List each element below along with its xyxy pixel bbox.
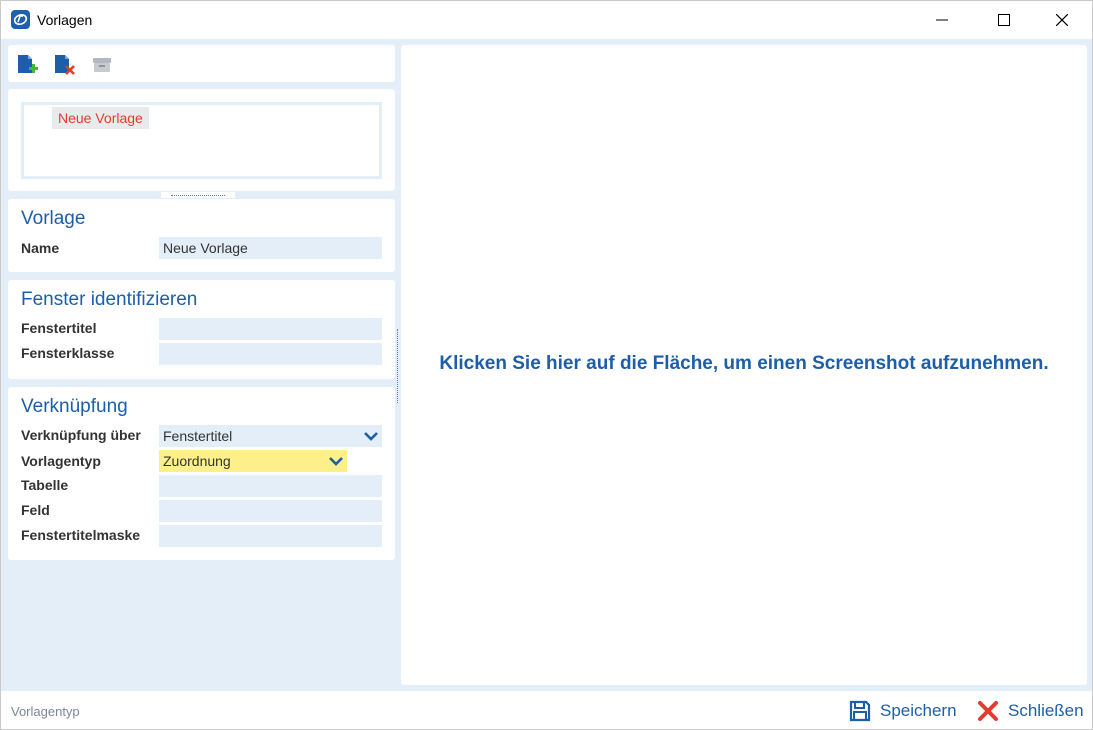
delete-template-button[interactable] (52, 53, 76, 77)
section-title-verknuepfung: Verknüpfung (21, 396, 128, 417)
fenster-section: Fenster identifizieren Fenstertitel Fens… (8, 280, 395, 379)
new-template-button[interactable] (15, 53, 39, 77)
status-text: Vorlagentyp (11, 704, 80, 719)
window-close-button[interactable] (1039, 1, 1085, 39)
title-bar: Vorlagen (1, 1, 1092, 39)
floppy-disk-icon (849, 700, 871, 722)
chevron-down-icon (329, 457, 343, 466)
close-icon (1056, 14, 1068, 26)
window-title: Vorlagen (37, 12, 93, 28)
fensterklasse-label: Fensterklasse (21, 345, 115, 361)
name-label: Name (21, 240, 60, 256)
name-field[interactable]: Neue Vorlage (159, 237, 382, 259)
fensterklasse-field[interactable] (159, 343, 382, 365)
screenshot-hint: Klicken Sie hier auf die Fläche, um eine… (439, 353, 1049, 374)
archive-icon (93, 58, 111, 72)
delete-document-icon (55, 55, 75, 75)
verknuepfung-ueber-select[interactable]: Fenstertitel (159, 425, 382, 447)
status-bar: Vorlagentyp Speichern Schließen (1, 691, 1092, 729)
close-label: Schließen (1008, 701, 1084, 720)
template-list-panel: Neue Vorlage (8, 89, 395, 191)
tabelle-label: Tabelle (21, 477, 69, 493)
fenstertitelmaske-field[interactable] (159, 525, 382, 547)
minimize-icon (936, 19, 948, 21)
vertical-splitter[interactable] (396, 329, 400, 403)
new-document-icon (18, 55, 38, 73)
feld-label: Feld (21, 502, 50, 518)
fenstertitel-label: Fenstertitel (21, 320, 97, 336)
feld-field[interactable] (159, 500, 382, 522)
template-list[interactable]: Neue Vorlage (21, 102, 382, 179)
section-title-fenster: Fenster identifizieren (21, 289, 198, 310)
section-title-vorlage: Vorlage (21, 208, 86, 229)
app-logo-icon (11, 10, 30, 29)
chevron-down-icon (364, 432, 378, 441)
save-button[interactable]: Speichern (849, 699, 957, 723)
list-item[interactable]: Neue Vorlage (52, 107, 149, 129)
maximize-button[interactable] (981, 1, 1027, 39)
workspace: Neue Vorlage Vorlage Name Neue Vorlage F… (1, 39, 1092, 691)
fenstertitel-field[interactable] (159, 318, 382, 340)
vorlagentyp-label: Vorlagentyp (21, 453, 101, 469)
horizontal-splitter[interactable] (161, 192, 235, 198)
fenstertitelmaske-label: Fenstertitelmaske (21, 527, 141, 543)
vorlage-section: Vorlage Name Neue Vorlage (8, 199, 395, 272)
vorlagentyp-select[interactable]: Zuordnung (159, 450, 347, 472)
verknuepfung-section: Verknüpfung Verknüpfung über Fenstertite… (8, 387, 395, 560)
minimize-button[interactable] (919, 1, 965, 39)
maximize-icon (998, 14, 1010, 26)
archive-button[interactable] (90, 53, 114, 77)
close-button[interactable]: Schließen (977, 699, 1084, 723)
screenshot-area[interactable]: Klicken Sie hier auf die Fläche, um eine… (401, 45, 1087, 685)
tabelle-field[interactable] (159, 475, 382, 497)
verknuepfung-ueber-label: Verknüpfung über (21, 427, 141, 443)
verknuepfung-ueber-value: Fenstertitel (163, 428, 233, 444)
toolbar (8, 45, 395, 82)
close-x-icon (978, 701, 998, 721)
vorlagentyp-value: Zuordnung (163, 453, 231, 469)
save-label: Speichern (880, 701, 957, 720)
